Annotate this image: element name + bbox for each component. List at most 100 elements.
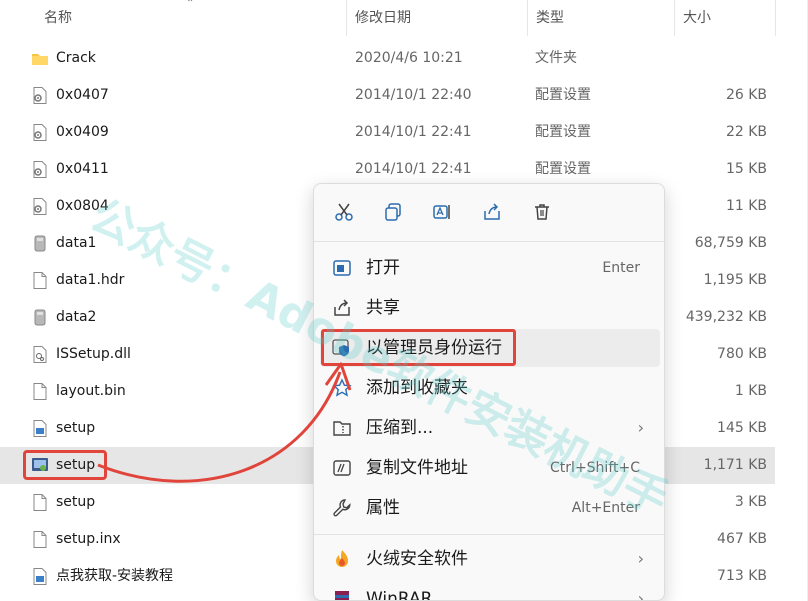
file-name: data2 <box>56 309 97 325</box>
cut-button[interactable] <box>328 196 360 228</box>
delete-icon <box>535 204 549 220</box>
chevron-right-icon: › <box>637 549 644 568</box>
rename-icon <box>433 205 450 219</box>
share-button[interactable] <box>476 196 508 228</box>
menu-item-compress[interactable]: 压缩到... › <box>320 409 660 447</box>
menu-item-properties[interactable]: 属性 Alt+Enter <box>320 489 660 527</box>
file-type: 文件夹 <box>535 50 577 66</box>
huorong-icon <box>336 550 348 567</box>
settings-file-icon <box>33 87 47 104</box>
file-size: 780 KB <box>717 346 767 362</box>
file-size: 713 KB <box>717 568 767 584</box>
chevron-right-icon: › <box>637 589 644 601</box>
file-row[interactable]: Crack 2020/4/6 10:21 文件夹 <box>0 40 775 77</box>
settings-file-icon <box>33 198 47 215</box>
file-date: 2014/10/1 22:41 <box>355 124 472 140</box>
annotation-highlight-run-as-admin <box>321 329 516 366</box>
column-header-date[interactable]: 修改日期 <box>347 0 527 36</box>
image-file-icon <box>33 420 47 437</box>
menu-item-winrar[interactable]: WinRAR › <box>320 580 660 601</box>
annotation-highlight-setup <box>23 450 107 480</box>
blank-file-icon <box>33 531 47 548</box>
menu-item-shortcut: Enter <box>602 260 640 276</box>
image-file-icon <box>33 568 47 585</box>
file-name: data1 <box>56 235 97 251</box>
file-size: 22 KB <box>725 124 767 140</box>
wrench-icon <box>333 499 351 517</box>
dll-file-icon <box>33 346 47 363</box>
menu-item-label: 火绒安全软件 <box>366 549 468 569</box>
cab-file-icon <box>34 309 46 326</box>
menu-item-label: WinRAR <box>366 589 433 601</box>
file-name: setup <box>56 494 96 510</box>
file-name: Crack <box>56 50 96 66</box>
cab-file-icon <box>34 235 46 252</box>
menu-item-label: 属性 <box>366 498 400 518</box>
file-size: 15 KB <box>725 161 767 177</box>
file-size: 145 KB <box>717 420 767 436</box>
file-name: setup.inx <box>56 531 121 547</box>
file-size: 1 KB <box>734 383 767 399</box>
file-size: 68,759 KB <box>694 235 767 251</box>
menu-item-label: 压缩到... <box>366 418 434 438</box>
file-row[interactable]: 0x0407 2014/10/1 22:40 配置设置 26 KB <box>0 77 775 114</box>
delete-button[interactable] <box>526 196 558 228</box>
menu-divider <box>314 241 664 242</box>
column-divider[interactable] <box>775 0 776 36</box>
menu-item-shortcut: Ctrl+Shift+C <box>550 460 640 476</box>
menu-item-shortcut: Alt+Enter <box>571 500 640 516</box>
menu-item-label: 共享 <box>366 298 400 318</box>
file-name: layout.bin <box>56 383 126 399</box>
menu-item-copy-path[interactable]: 复制文件地址 Ctrl+Shift+C <box>320 449 660 487</box>
file-date: 2020/4/6 10:21 <box>355 50 463 66</box>
copy-path-icon <box>333 460 351 476</box>
file-size: 26 KB <box>725 87 767 103</box>
blank-file-icon <box>33 272 47 289</box>
column-header-bar: 名称 ⌃ 修改日期 类型 大小 <box>0 0 808 36</box>
column-header-size[interactable]: 大小 <box>675 0 775 36</box>
file-type: 配置设置 <box>535 124 591 140</box>
file-name: 0x0804 <box>56 198 109 214</box>
file-name: 0x0409 <box>56 124 109 140</box>
menu-item-huorong[interactable]: 火绒安全软件 › <box>320 540 660 578</box>
file-name: setup <box>56 420 96 436</box>
file-row[interactable]: 0x0409 2014/10/1 22:41 配置设置 22 KB <box>0 114 775 151</box>
folder-icon <box>32 54 48 65</box>
open-icon <box>333 260 351 276</box>
cut-icon <box>335 203 353 221</box>
sort-up-icon: ⌃ <box>186 0 195 9</box>
share-icon <box>334 299 350 316</box>
file-size: 1,171 KB <box>703 457 767 473</box>
file-name: 0x0411 <box>56 161 109 177</box>
file-name: 0x0407 <box>56 87 109 103</box>
copy-button[interactable] <box>377 196 409 228</box>
file-size: 3 KB <box>734 494 767 510</box>
context-menu: 打开 Enter 共享 以管理员身份运行 添加到收藏夹 压缩到... › 复制文… <box>313 183 665 601</box>
chevron-right-icon: › <box>637 418 644 437</box>
column-header-type[interactable]: 类型 <box>528 0 674 36</box>
zip-icon <box>333 421 351 436</box>
settings-file-icon <box>33 124 47 141</box>
menu-item-label: 复制文件地址 <box>366 458 468 478</box>
file-size: 467 KB <box>717 531 767 547</box>
file-size: 1,195 KB <box>703 272 767 288</box>
file-size: 11 KB <box>725 198 767 214</box>
menu-item-open[interactable]: 打开 Enter <box>320 249 660 287</box>
share-icon <box>484 203 500 220</box>
menu-item-label: 添加到收藏夹 <box>366 378 468 398</box>
menu-item-share[interactable]: 共享 <box>320 289 660 327</box>
file-name: ISSetup.dll <box>56 346 131 362</box>
rename-button[interactable] <box>426 196 458 228</box>
menu-divider <box>314 534 664 535</box>
blank-file-icon <box>33 383 47 400</box>
menu-item-add-favorites[interactable]: 添加到收藏夹 <box>320 369 660 407</box>
blank-file-icon <box>33 494 47 511</box>
star-icon <box>332 378 352 397</box>
copy-icon <box>385 203 401 221</box>
menu-item-label: 打开 <box>366 258 400 278</box>
file-type: 配置设置 <box>535 87 591 103</box>
settings-file-icon <box>33 161 47 178</box>
winrar-icon <box>335 591 349 600</box>
file-size: 439,232 KB <box>685 309 767 325</box>
file-name: data1.hdr <box>56 272 125 288</box>
